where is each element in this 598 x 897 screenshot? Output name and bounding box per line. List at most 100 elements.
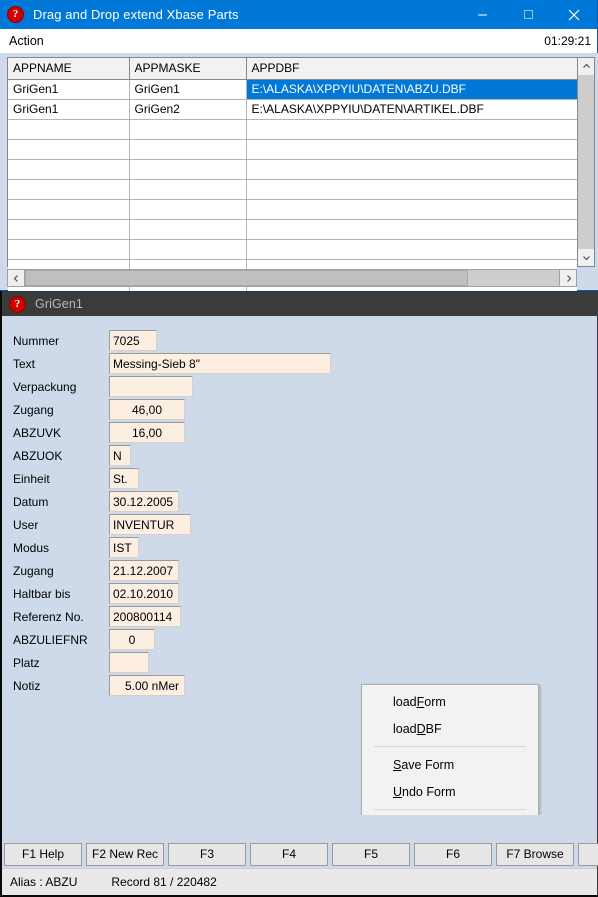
cell-empty[interactable] <box>8 239 130 260</box>
cell-empty[interactable] <box>8 199 130 220</box>
cell-empty[interactable] <box>246 219 577 240</box>
field-input[interactable]: 0 <box>109 629 155 650</box>
function-key-f8[interactable]: F8 D <box>578 842 598 866</box>
close-icon[interactable] <box>551 0 597 29</box>
field-input[interactable]: INVENTUR <box>109 514 191 535</box>
field-input[interactable]: 21.12.2007 <box>109 560 179 581</box>
cell-appname[interactable]: GriGen1 <box>8 99 130 120</box>
cell-empty[interactable] <box>129 139 247 160</box>
column-header-appname[interactable]: APPNAME <box>8 58 130 80</box>
menu-item-load-dbf[interactable]: load D BF <box>362 715 538 742</box>
field-input[interactable] <box>109 376 193 397</box>
cell-empty[interactable] <box>8 159 130 180</box>
table-row-empty[interactable] <box>8 139 577 160</box>
field-row-user: User INVENTUR <box>13 514 191 535</box>
status-record: Record 81 / 220482 <box>111 875 217 889</box>
field-input[interactable]: N <box>109 445 131 466</box>
field-row-abzuok: ABZUOK N <box>13 445 131 466</box>
column-header-appdbf[interactable]: APPDBF <box>246 58 577 80</box>
menu-separator <box>374 746 526 747</box>
function-key-f4[interactable]: F4 <box>250 842 328 866</box>
cell-empty[interactable] <box>129 219 247 240</box>
cell-empty[interactable] <box>246 139 577 160</box>
cell-appdbf[interactable]: E:\ALASKA\XPPYIU\DATEN\ARTIKEL.DBF <box>246 99 577 120</box>
vertical-scroll-track[interactable] <box>578 75 594 249</box>
cell-empty[interactable] <box>8 219 130 240</box>
field-input[interactable]: 46,00 <box>109 399 185 420</box>
menu-item-load-form[interactable]: load Form <box>362 688 538 715</box>
function-key-f2[interactable]: F2 New Rec <box>86 842 164 866</box>
menu-item-save-form[interactable]: Save Form <box>362 751 538 778</box>
field-label: ABZUVK <box>13 425 62 440</box>
cell-empty[interactable] <box>246 199 577 220</box>
vertical-scrollbar[interactable] <box>578 57 595 267</box>
field-input[interactable]: 200800114 <box>109 606 181 627</box>
scroll-up-icon[interactable] <box>578 58 594 75</box>
field-row-platz: Platz <box>13 652 149 673</box>
table-row-empty[interactable] <box>8 159 577 180</box>
cell-empty[interactable] <box>8 119 130 140</box>
cell-appdbf[interactable]: E:\ALASKA\XPPYIU\DATEN\ABZU.DBF <box>246 79 577 100</box>
menu-item-undo-form[interactable]: Undo Form <box>362 778 538 805</box>
cell-empty[interactable] <box>246 119 577 140</box>
cell-empty[interactable] <box>129 159 247 180</box>
field-input[interactable]: 02.10.2010 <box>109 583 179 604</box>
cell-empty[interactable] <box>129 239 247 260</box>
cell-empty[interactable] <box>246 179 577 200</box>
table-row-empty[interactable] <box>8 219 577 240</box>
maximize-icon[interactable] <box>505 0 551 29</box>
cell-appname[interactable]: GriGen1 <box>8 79 130 100</box>
field-row-referenz-no: Referenz No. 200800114 <box>13 606 181 627</box>
function-key-f3[interactable]: F3 <box>168 842 246 866</box>
main-window-titlebar: ? Drag and Drop extend Xbase Parts <box>0 0 597 29</box>
field-label: Modus <box>13 540 50 555</box>
horizontal-scroll-thumb[interactable] <box>25 270 469 286</box>
horizontal-scroll-track[interactable] <box>25 269 559 287</box>
cell-empty[interactable] <box>8 139 130 160</box>
field-row-nummer: Nummer 7025 <box>13 330 157 351</box>
scroll-right-icon[interactable] <box>559 269 577 287</box>
cell-empty[interactable] <box>246 159 577 180</box>
menubar: Action 01:29:21 <box>0 29 597 53</box>
function-key-f5[interactable]: F5 <box>332 842 410 866</box>
menu-action[interactable]: Action <box>9 34 44 48</box>
field-input[interactable]: 16,00 <box>109 422 185 443</box>
cell-empty[interactable] <box>129 179 247 200</box>
field-input[interactable]: St. <box>109 468 139 489</box>
horizontal-scrollbar[interactable] <box>7 269 595 287</box>
scrollbar-corner <box>577 269 595 287</box>
function-key-f1[interactable]: F1 Help <box>4 842 82 866</box>
field-input[interactable]: 7025 <box>109 330 157 351</box>
field-label: Verpackung <box>13 379 77 394</box>
field-input[interactable]: IST <box>109 537 139 558</box>
cell-empty[interactable] <box>8 179 130 200</box>
cell-empty[interactable] <box>246 239 577 260</box>
cell-empty[interactable] <box>129 119 247 140</box>
field-input[interactable]: 5.00 nMer <box>109 675 185 696</box>
table-header-row: APPNAME APPMASKE APPDBF <box>8 58 577 80</box>
cell-appmaske[interactable]: GriGen2 <box>129 99 247 120</box>
function-key-f7[interactable]: F7 Browse <box>496 842 574 866</box>
minimize-icon[interactable] <box>459 0 505 29</box>
menu-item-edit-modus[interactable]: Edit Modus <box>362 814 538 815</box>
table-row-empty[interactable] <box>8 239 577 260</box>
table-row-empty[interactable] <box>8 119 577 140</box>
scroll-left-icon[interactable] <box>7 269 25 287</box>
field-row-datum: Datum 30.12.2005 <box>13 491 179 512</box>
status-bar: Alias : ABZU Record 81 / 220482 <box>2 868 597 895</box>
cell-empty[interactable] <box>129 199 247 220</box>
question-mark-icon: ? <box>9 295 26 313</box>
field-input[interactable] <box>109 652 149 673</box>
scroll-down-icon[interactable] <box>578 249 594 266</box>
field-row-verpackung: Verpackung <box>13 376 193 397</box>
table-row[interactable]: GriGen1 GriGen2 E:\ALASKA\XPPYIU\DATEN\ART… <box>8 99 577 120</box>
table-row[interactable]: GriGen1 GriGen1 E:\ALASKA\XPPYIU\DATEN\ABZ… <box>8 79 577 100</box>
cell-appmaske[interactable]: GriGen1 <box>129 79 247 100</box>
table-row-empty[interactable] <box>8 199 577 220</box>
function-key-f6[interactable]: F6 <box>414 842 492 866</box>
field-input[interactable]: 30.12.2005 <box>109 491 179 512</box>
field-input[interactable]: Messing-Sieb 8" <box>109 353 331 374</box>
table-row-empty[interactable] <box>8 179 577 200</box>
column-header-appmaske[interactable]: APPMASKE <box>129 58 247 80</box>
field-label: Einheit <box>13 471 50 486</box>
